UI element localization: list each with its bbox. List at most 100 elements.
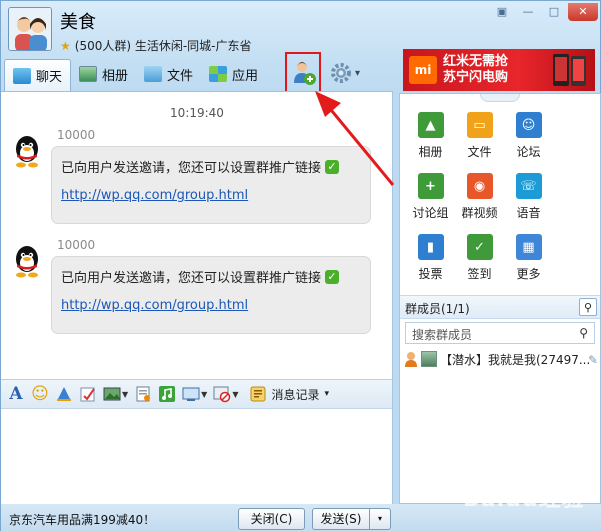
folder-icon [144,66,163,82]
voice-icon: ☏ [515,173,542,199]
font-icon[interactable]: A [7,384,25,404]
minimize-button[interactable]: — [516,3,540,21]
window-controls: ▣ — □ ✕ [490,3,598,21]
search-icon[interactable]: ⚲ [579,298,597,316]
chevron-down-icon[interactable]: ▼ [232,390,238,399]
ad-text: 红米无需抢 苏宁闪电购 [443,54,508,86]
app-voice[interactable]: ☏ 语音 [504,169,553,230]
ad-line-1: 红米无需抢 [443,54,509,69]
close-window-button[interactable]: ✕ [568,3,598,21]
send-button[interactable]: 发送(S) [312,508,370,530]
app-label: 签到 [467,267,492,281]
message-bubble: 已向用户发送邀请，您还可以设置群推广链接 ✓ http://wp.qq.com/… [51,256,371,334]
mi-logo: mi [409,56,437,84]
folder-icon: ▭ [466,112,493,138]
music-icon[interactable] [158,385,176,403]
close-button[interactable]: 关闭(C) [238,508,305,530]
search-icon: ⚲ [579,326,588,340]
app-grid: ▲ 相册 ▭ 文件 ☺ 论坛 + 讨论组 ◉ 群视频 ☏ 语音 ▮ 投票 ✓ 签… [400,108,600,291]
message-text-row: 已向用户发送邀请，您还可以设置群推广链接 ✓ [61,267,360,286]
app-label: 群视频 [461,206,498,220]
album-icon: ▲ [417,112,444,138]
members-header: 群成员(1/1) ⚲ [400,295,600,319]
app-label: 更多 [516,267,541,281]
emoji-icon[interactable]: ☺ [31,384,49,404]
app-more[interactable]: ▦ 更多 [504,230,553,291]
video-icon: ◉ [466,173,493,199]
app-discussion[interactable]: + 讨论组 [406,169,455,230]
forum-icon: ☺ [515,112,542,138]
chevron-down-icon: ▾ [324,389,330,399]
collapse-handle[interactable] [480,94,520,102]
album-icon [79,66,98,82]
chevron-down-icon[interactable]: ▼ [122,390,128,399]
tab-album[interactable]: 相册 [71,59,136,89]
gear-icon [331,63,351,83]
baidu-watermark: Baidu经验 [463,487,585,512]
member-search-input[interactable]: 搜索群成员 ⚲ [405,322,595,344]
shake-icon[interactable] [55,385,73,403]
app-label: 文件 [467,145,492,159]
tab-files[interactable]: 文件 [136,59,201,89]
qq-penguin-icon[interactable] [11,244,43,278]
group-desc-text: (500人群) 生活休闲-同城-广东省 [74,39,252,53]
more-grid-icon: ▦ [515,234,542,260]
tab-label: 文件 [167,68,194,84]
ad-banner[interactable]: mi 红米无需抢 苏宁闪电购 [403,49,595,91]
tab-apps[interactable]: 应用 [201,59,266,89]
message-sender: 10000 [57,238,96,252]
members-title: 群成员(1/1) [405,302,470,316]
chat-icon [13,67,31,84]
star-icon: ★ [60,38,71,53]
app-label: 相册 [418,145,443,159]
app-checkin[interactable]: ✓ 签到 [455,230,504,291]
tab-label: 相册 [102,68,129,84]
menu-icon[interactable]: ▣ [490,3,514,21]
screenshot-icon[interactable] [182,385,200,403]
tab-chat[interactable]: 聊天 [4,59,72,91]
document-icon[interactable] [134,385,152,403]
message-text: 已向用户发送邀请，您还可以设置群推广链接 [61,161,322,176]
member-avatar [421,351,437,367]
block-icon[interactable] [213,385,231,403]
member-name: 【潜水】我就是我(27497... [440,352,591,367]
member-search-placeholder: 搜索群成员 [412,328,473,342]
tab-label: 应用 [232,68,259,84]
message-input[interactable] [1,409,393,504]
bottom-ad-link[interactable]: 京东汽车用品满199减40！ [9,511,155,528]
app-label: 讨论组 [412,206,449,220]
annotation-arrow-icon [315,91,395,186]
group-description: ★ (500人群) 生活休闲-同城-广东省 [60,37,252,54]
note-icon[interactable] [79,385,97,403]
tab-label: 聊天 [36,70,63,85]
chevron-down-icon: ▾ [355,67,361,79]
app-files[interactable]: ▭ 文件 [455,108,504,169]
qq-penguin-icon[interactable] [11,134,43,168]
group-promo-link[interactable]: http://wp.qq.com/group.html [61,298,360,313]
group-name: 美食 [60,12,96,33]
right-panel: ▲ 相册 ▭ 文件 ☺ 论坛 + 讨论组 ◉ 群视频 ☏ 语音 ▮ 投票 ✓ 签… [399,93,601,504]
history-label: 消息记录 [271,387,320,402]
checkin-icon: ✓ [466,234,493,260]
group-avatar[interactable] [8,7,52,51]
app-label: 语音 [516,206,541,220]
restore-button[interactable]: □ [542,3,566,21]
message-sender: 10000 [57,128,96,142]
check-icon: ✓ [325,269,340,284]
image-icon[interactable] [103,385,121,403]
app-label: 论坛 [516,145,541,159]
chevron-down-icon[interactable]: ▼ [201,390,207,399]
message-history-button[interactable]: 消息记录 ▾ [250,386,329,403]
message-text: 已向用户发送邀请，您还可以设置群推广链接 [61,271,322,286]
app-album[interactable]: ▲ 相册 [406,108,455,169]
member-list-item[interactable]: 【潜水】我就是我(27497... [404,350,598,368]
app-vote[interactable]: ▮ 投票 [406,230,455,291]
settings-button[interactable]: ▾ [330,61,370,85]
send-options-dropdown[interactable]: ▾ [369,508,391,530]
chat-message: 10000 已向用户发送邀请，您还可以设置群推广链接 ✓ http://wp.q… [11,238,381,338]
edit-icon[interactable]: ✎ [588,353,598,367]
discussion-group-icon: + [417,173,444,199]
input-toolbar: A ☺ ▼ ▼ ▼ 消息记录 ▾ [1,379,393,409]
app-group-video[interactable]: ◉ 群视频 [455,169,504,230]
app-forum[interactable]: ☺ 论坛 [504,108,553,169]
